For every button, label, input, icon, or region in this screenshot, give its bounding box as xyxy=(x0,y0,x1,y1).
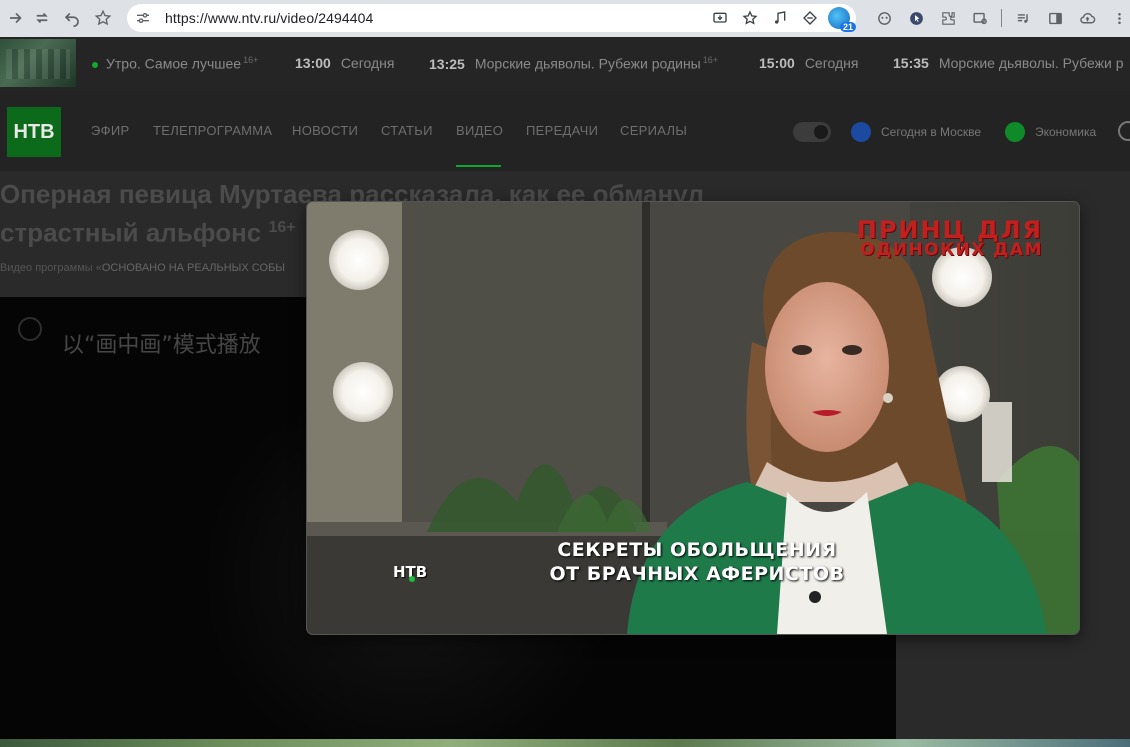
show-title-line2: ОДИНОКИХ ДАМ xyxy=(860,240,1043,260)
ticker-time: 15:35 xyxy=(893,55,929,71)
forward-icon[interactable] xyxy=(2,4,30,32)
address-bar[interactable]: https://www.ntv.ru/video/2494404 21 xyxy=(127,4,856,32)
meta-prefix: Видео программы « xyxy=(0,262,102,274)
ntv-watermark-icon: НТВ xyxy=(393,563,429,585)
live-thumbnail[interactable] xyxy=(0,39,76,87)
site-settings-icon[interactable] xyxy=(135,10,151,26)
ticker-title: Морские дьяволы. Рубежи родины xyxy=(474,55,701,72)
side-panel-icon[interactable] xyxy=(1041,4,1069,32)
theme-toggle[interactable] xyxy=(793,122,831,142)
url-text[interactable]: https://www.ntv.ru/video/2494404 xyxy=(165,10,373,26)
video-caption: СЕКРЕТЫ ОБОЛЬЩЕНИЯ ОТ БРАЧНЫХ АФЕРИСТОВ xyxy=(547,538,847,586)
ntv-logo[interactable]: НТВ xyxy=(7,107,61,157)
nav-item-efir[interactable]: ЭФИР xyxy=(91,123,129,138)
nav-item-series[interactable]: СЕРИАЛЫ xyxy=(620,123,687,138)
browser-toolbar: https://www.ntv.ru/video/2494404 21 xyxy=(0,0,1130,37)
menu-kebab-icon[interactable] xyxy=(1105,4,1130,32)
nav-item-programs[interactable]: ПЕРЕДАЧИ xyxy=(526,123,598,138)
sync-icon[interactable] xyxy=(28,4,56,32)
nav-item-news[interactable]: НОВОСТИ xyxy=(292,123,358,138)
schedule-ticker: Утро. Самое лучшее 16+ 13:00 Сегодня 13:25… xyxy=(0,37,1130,91)
reading-list-icon[interactable] xyxy=(966,4,994,32)
article-meta: Видео программы «ОСНОВАНО НА РЕАЛЬНЫХ СО… xyxy=(0,262,285,274)
nav-item-video[interactable]: ВИДЕО xyxy=(456,123,503,138)
ticker-age: 16+ xyxy=(702,55,719,65)
install-app-icon[interactable] xyxy=(708,6,732,30)
bookmark-icon[interactable] xyxy=(738,6,762,30)
bottom-thumbnail-strip xyxy=(0,739,1130,747)
queue-music-icon[interactable] xyxy=(1009,4,1037,32)
article-title-line2: страстный альфонс xyxy=(0,217,262,248)
chip-economy[interactable]: Экономика xyxy=(1035,125,1096,139)
ticker-time: 13:00 xyxy=(295,55,331,71)
ticker-age: 16+ xyxy=(243,55,259,65)
cloud-upload-icon[interactable] xyxy=(1073,4,1101,32)
ticker-title: Утро. Самое лучшее xyxy=(106,55,242,72)
ticker-time: 15:00 xyxy=(759,55,795,71)
nav-active-indicator xyxy=(456,165,501,167)
nav-item-tv-guide[interactable]: ТЕЛЕПРОГРАММА xyxy=(153,123,272,138)
site-navbar: НТВ ЭФИР ТЕЛЕПРОГРАММА НОВОСТИ СТАТЬИ ВИ… xyxy=(0,91,1130,171)
caption-line1: СЕКРЕТЫ ОБОЛЬЩЕНИЯ xyxy=(557,539,837,561)
caption-line2: ОТ БРАЧНЫХ АФЕРИСТОВ xyxy=(549,563,845,585)
media-control-icon[interactable] xyxy=(768,6,792,30)
search-icon[interactable] xyxy=(1118,121,1130,141)
nav-item-articles[interactable]: СТАТЬИ xyxy=(381,123,433,138)
chip-moscow[interactable]: Сегодня в Москве xyxy=(881,125,981,139)
toolbar-divider xyxy=(1001,9,1002,27)
moscow-chip-icon[interactable] xyxy=(851,122,871,142)
ticker-item[interactable]: Утро. Самое лучшее 16+ xyxy=(92,55,258,72)
show-title-line1: ПРИНЦ ДЛЯ xyxy=(856,216,1043,244)
extension-globe-icon[interactable]: 21 xyxy=(828,7,856,32)
back-undo-icon[interactable] xyxy=(58,4,86,32)
pip-window[interactable]: ПРИНЦ ДЛЯ ОДИНОКИХ ДАМ СЕКРЕТЫ ОБОЛЬЩЕНИ… xyxy=(307,202,1079,634)
layers-extension-icon[interactable] xyxy=(798,6,822,30)
ticker-title: Сегодня xyxy=(340,55,395,71)
ticker-title: Сегодня xyxy=(804,55,859,71)
ticker-item[interactable]: 13:00 Сегодня xyxy=(295,55,394,71)
show-title-overlay: ПРИНЦ ДЛЯ ОДИНОКИХ ДАМ xyxy=(856,216,1043,260)
avatar-extension-icon[interactable] xyxy=(870,4,898,32)
watermark-dot xyxy=(409,576,415,582)
extension-badge-count: 21 xyxy=(839,22,856,32)
pip-mode-notice: 以“画中画”模式播放 xyxy=(62,333,261,358)
ticker-item[interactable]: 13:25 Морские дьяволы. Рубежи родины 16+ xyxy=(429,55,718,72)
player-channel-icon xyxy=(18,317,42,341)
live-dot-icon xyxy=(92,61,98,68)
ticker-item[interactable]: 15:35 Морские дьяволы. Рубежи р xyxy=(893,55,1124,71)
ticker-item[interactable]: 15:00 Сегодня xyxy=(759,55,858,71)
age-rating: 16+ xyxy=(268,219,296,236)
ticker-time: 13:25 xyxy=(429,55,465,72)
economy-chip-icon[interactable] xyxy=(1005,122,1025,142)
bookmark-star-icon[interactable] xyxy=(89,4,117,32)
meta-program-link[interactable]: ОСНОВАНО НА РЕАЛЬНЫХ СОБЫ xyxy=(102,262,285,274)
puzzle-extensions-icon[interactable] xyxy=(934,4,962,32)
cursor-extension-icon[interactable] xyxy=(902,4,930,32)
ticker-title: Морские дьяволы. Рубежи р xyxy=(938,55,1124,71)
